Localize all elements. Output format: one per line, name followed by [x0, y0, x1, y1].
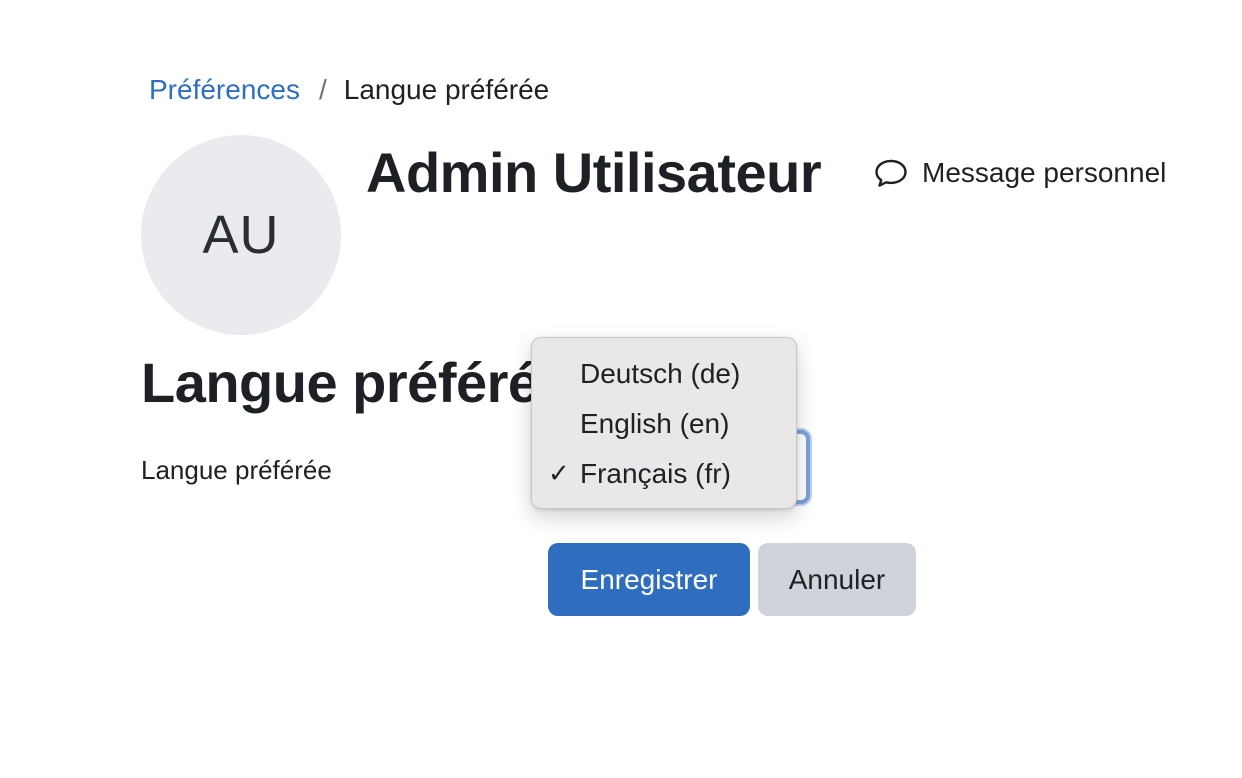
language-option-fr[interactable]: ✓ Français (fr): [532, 449, 796, 499]
user-name-heading: Admin Utilisateur: [366, 141, 822, 204]
section-title: Langue préférée: [141, 351, 570, 414]
save-button[interactable]: Enregistrer: [548, 543, 750, 616]
language-field-label: Langue préférée: [141, 455, 332, 485]
checkmark-icon: ✓: [548, 459, 570, 489]
speech-bubble-icon: [874, 158, 908, 188]
breadcrumb-link-preferences[interactable]: Préférences: [149, 74, 300, 106]
language-dropdown-menu: Deutsch (de) English (en) ✓ Français (fr…: [531, 337, 797, 509]
breadcrumb: Préférences / Langue préférée: [149, 72, 549, 108]
breadcrumb-separator: /: [318, 74, 327, 105]
language-option-en[interactable]: English (en): [532, 399, 796, 449]
avatar-initials: AU: [202, 205, 280, 265]
preferred-language-page: Préférences / Langue préférée AU Admin U…: [0, 0, 1242, 778]
personal-message-label: Message personnel: [922, 157, 1167, 188]
language-option-label: Deutsch (de): [580, 358, 741, 389]
cancel-button[interactable]: Annuler: [758, 543, 916, 616]
language-option-label: English (en): [580, 408, 730, 439]
language-option-label: Français (fr): [580, 458, 731, 489]
avatar: AU: [141, 135, 341, 335]
breadcrumb-current: Langue préférée: [343, 74, 550, 105]
personal-message-link[interactable]: Message personnel: [874, 153, 1166, 193]
language-option-de[interactable]: Deutsch (de): [532, 349, 796, 399]
